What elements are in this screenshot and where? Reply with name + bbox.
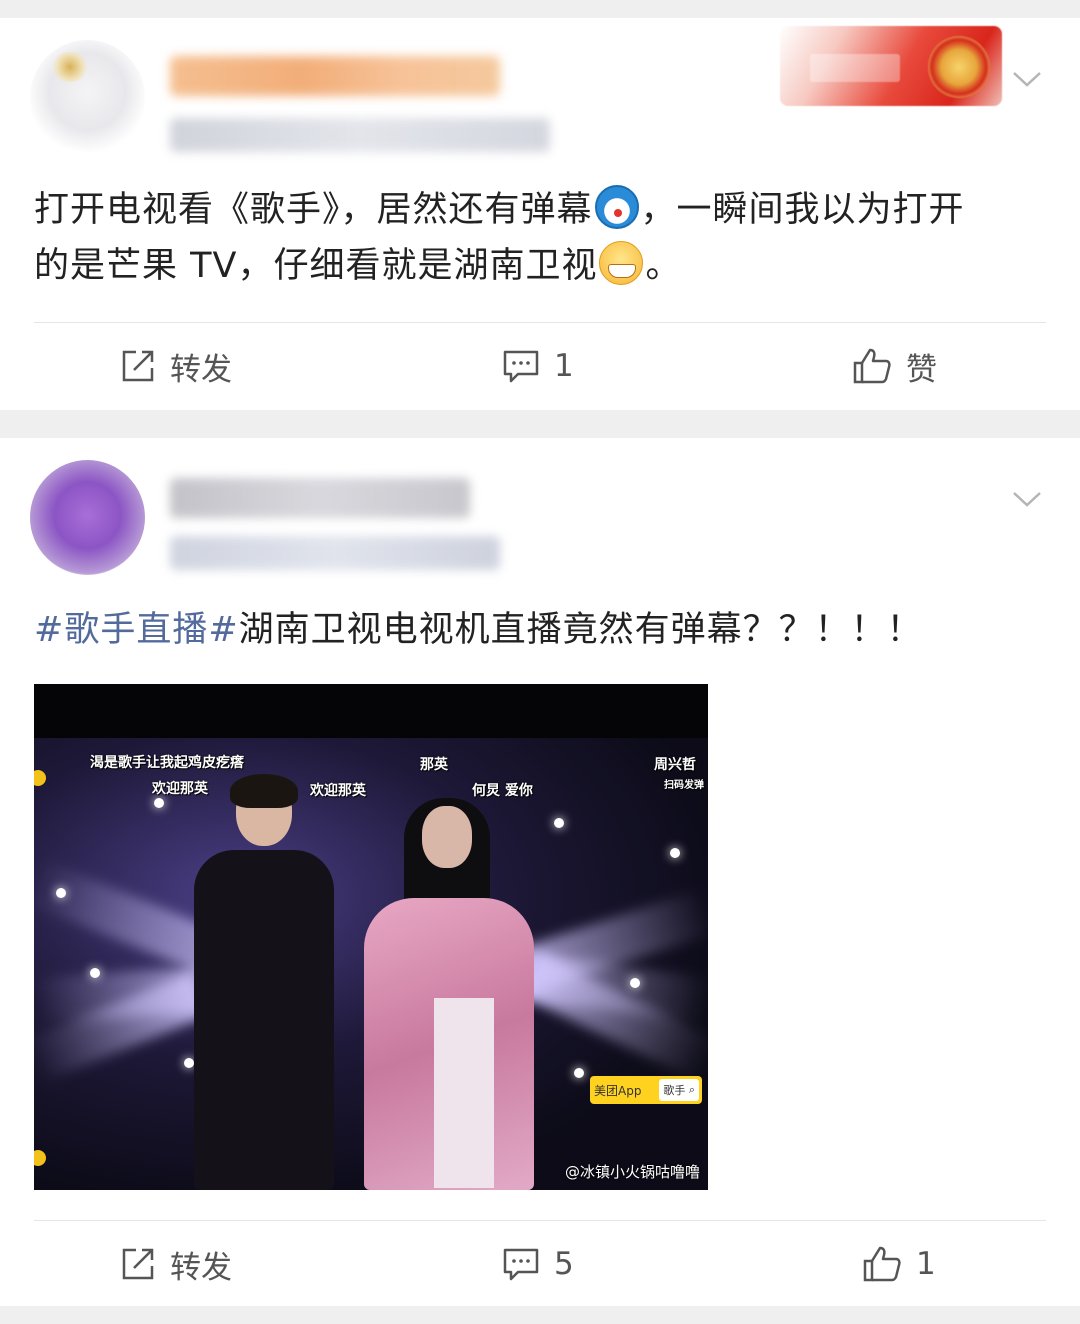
chevron-down-icon[interactable] <box>1012 70 1042 88</box>
danmaku-text: 何炅 爱你 <box>472 783 533 799</box>
username-blurred[interactable] <box>170 56 500 96</box>
comment-button[interactable]: 5 <box>502 1221 574 1307</box>
hashtag-link[interactable]: #歌手直播# <box>34 610 239 650</box>
post-card[interactable]: 打开电视看《歌手》，居然还有弹幕 ，一瞬间我以为打开 的是芒果 TV，仔细看就是湖… <box>0 18 1080 410</box>
comment-count: 1 <box>554 348 574 384</box>
post-text: 打开电视看《歌手》，居然还有弹幕 ，一瞬间我以为打开 的是芒果 TV，仔细看就是湖… <box>34 182 1050 294</box>
like-button[interactable]: 1 <box>862 1221 936 1307</box>
danmaku-text: 那英 <box>420 757 448 773</box>
search-icon: ⌕ <box>688 1083 695 1096</box>
decoration-badge <box>780 26 1002 106</box>
performer-man <box>194 774 334 1190</box>
share-button[interactable]: 转发 <box>120 1221 232 1307</box>
chevron-down-icon[interactable] <box>1012 490 1042 508</box>
share-icon <box>120 348 156 384</box>
avatar[interactable] <box>30 40 145 155</box>
danmaku-text: 扫码发弹 <box>664 780 704 791</box>
tv-ad-overlay: 美团App 歌手 ⌕ <box>590 1076 702 1104</box>
post-text: #歌手直播#湖南卫视电视机直播竟然有弹幕？？！！！ <box>34 610 923 650</box>
share-button[interactable]: 转发 <box>120 323 232 409</box>
action-bar: 转发 5 1 <box>0 1221 1080 1307</box>
comment-icon <box>502 1246 540 1282</box>
danmaku-text: 周兴哲 <box>654 757 696 773</box>
like-label: 赞 <box>906 351 937 388</box>
avatar[interactable] <box>30 460 145 575</box>
like-count: 1 <box>916 1246 936 1282</box>
thumbs-up-icon <box>852 347 892 385</box>
username-blurred[interactable] <box>170 478 470 518</box>
grin-emoji-icon <box>599 241 644 285</box>
action-bar: 转发 1 赞 <box>0 323 1080 409</box>
post-card[interactable]: #歌手直播#湖南卫视电视机直播竟然有弹幕？？！！！ 渴是歌手让我起鸡皮疙瘩 欢迎… <box>0 438 1080 1306</box>
comment-count: 5 <box>554 1246 574 1282</box>
post-image[interactable]: 渴是歌手让我起鸡皮疙瘩 欢迎那英 欢迎那英 那英 何炅 爱你 周兴哲 扫码发弹 … <box>34 684 708 1190</box>
comment-icon <box>502 348 540 384</box>
doraemon-emoji-icon <box>594 185 639 229</box>
share-icon <box>120 1246 156 1282</box>
danmaku-text: 欢迎那英 <box>152 781 208 797</box>
post-meta-blurred <box>170 118 550 152</box>
share-label: 转发 <box>170 351 232 388</box>
performer-woman <box>364 798 534 1190</box>
image-watermark: @冰镇小火锅咕噜噜 <box>564 1163 700 1181</box>
danmaku-text: 欢迎那英 <box>310 783 366 799</box>
like-button[interactable]: 赞 <box>852 323 937 409</box>
danmaku-text: 渴是歌手让我起鸡皮疙瘩 <box>90 755 244 771</box>
comment-button[interactable]: 1 <box>502 323 574 409</box>
post-meta-blurred <box>170 536 500 570</box>
thumbs-up-icon <box>862 1245 902 1283</box>
share-label: 转发 <box>170 1249 232 1286</box>
